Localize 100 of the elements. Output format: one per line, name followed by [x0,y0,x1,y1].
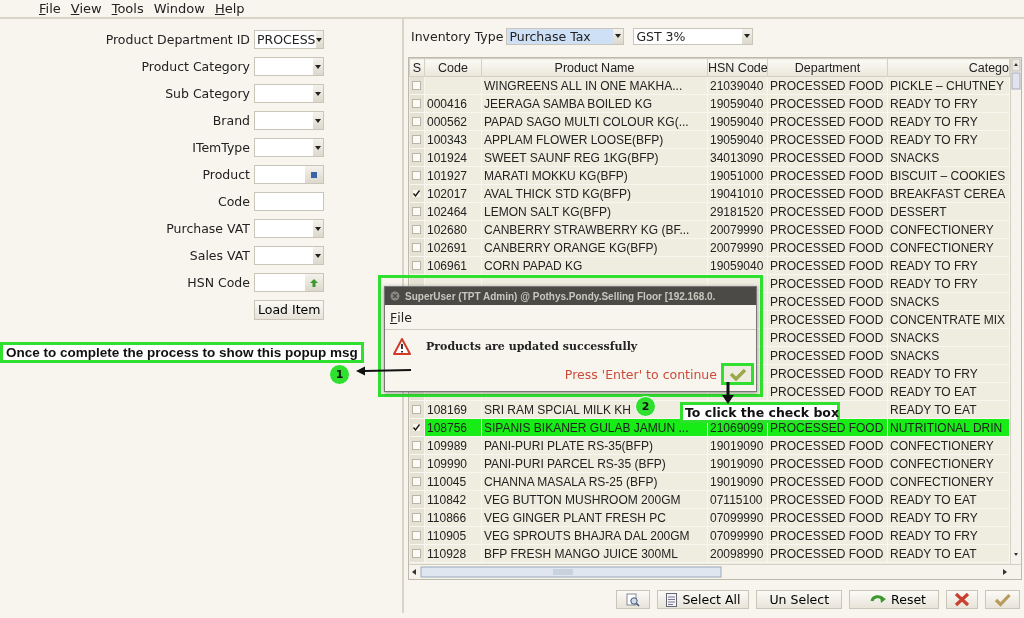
checkbox[interactable] [412,152,422,162]
checkbox[interactable] [412,242,422,252]
menu-item[interactable]: View [67,1,109,16]
document-icon [666,592,678,607]
reset-button[interactable]: Reset [849,590,939,609]
checkbox[interactable] [412,188,422,198]
table-row[interactable]: WINGREENS ALL IN ONE MAKHA... 21039040 PROCESSED FOOD PICKLE – CHUTNEY [409,76,1010,95]
table-cell: 19059040 [707,256,768,275]
table-row[interactable]: 000562 PAPAD SAGO MULTI COLOUR KG(... 19059040 PROCESSED FOOD READY TO FRY [409,112,1010,131]
checkbox[interactable] [412,530,422,540]
checkbox[interactable] [412,80,422,90]
checkbox[interactable] [412,458,422,468]
table-row[interactable]: 101927 MARATI MOKKU KG(BFP) 19051000 PROCESSED FOOD BISCUIT – COOKIES [409,166,1010,185]
lookup-field[interactable] [254,273,324,292]
checkbox[interactable] [412,440,422,450]
table-row[interactable]: 102691 CANBERRY ORANGE KG(BFP) 20079990 PROCESSED FOOD CONFECTIONERY [409,238,1010,257]
checkbox[interactable] [412,512,422,522]
table-row[interactable]: 100343 APPLAM FLOWER LOOSE(BFP) 19059040 PROCESSED FOOD READY TO FRY [409,130,1010,149]
field-label: Product Department ID [104,32,250,47]
table-cell: WINGREENS ALL IN ONE MAKHA... [481,76,708,95]
table-cell: 07099990 [707,526,768,545]
menu-item[interactable]: Help [211,1,252,16]
table-cell: 19051000 [707,166,768,185]
column-header[interactable]: Code [424,58,482,77]
table-row[interactable]: 000416 JEERAGA SAMBA BOILED KG 19059040 PROCESSED FOOD READY TO FRY [409,94,1010,113]
table-row[interactable]: 109989 PANI-PURI PLATE RS-35(BFP) 19019090 PROCESSED FOOD CONFECTIONERY [409,436,1010,455]
preview-button[interactable] [616,590,651,609]
table-cell: SNACKS [887,292,1010,311]
dropdown-field[interactable] [254,138,324,157]
table-cell: 34013090 [707,148,768,167]
dropdown-arrow-icon [315,145,321,150]
checkbox[interactable] [412,494,422,504]
column-header[interactable]: Product Name [481,58,708,77]
table-cell: 07115100 [707,490,768,509]
table-row[interactable]: 110866 VEG GINGER PLANT FRESH PC 07099990 PROCESSED FOOD READY TO FRY [409,508,1010,527]
dropdown-field[interactable] [254,246,324,265]
table-cell: 07099990 [707,508,768,527]
table-row[interactable]: 101924 SWEET SAUNF REG 1KG(BFP) 34013090 PROCESSED FOOD SNACKS [409,148,1010,167]
unselect-button[interactable]: Un Select [756,590,843,609]
warning-icon [393,338,411,355]
dropdown-field[interactable] [254,111,324,130]
column-header[interactable]: Catego [887,58,1010,77]
table-cell: READY TO EAT [887,490,1010,509]
table-cell: SNACKS [887,148,1010,167]
checkbox[interactable] [412,116,422,126]
table-row[interactable]: 110045 CHANNA MASALA RS-25 (BFP) 19019090 PROCESSED FOOD CONFECTIONERY [409,472,1010,491]
table-cell: 102017 [424,184,482,203]
checkbox[interactable] [412,404,422,414]
column-header[interactable]: S [409,58,425,77]
table-cell: 110866 [424,508,482,527]
circular-arrow-icon [870,593,887,606]
table-row[interactable]: 102017 AVAL THICK STD KG(BFP) 19041010 PROCESSED FOOD BREAKFAST CEREA [409,184,1010,203]
table-cell: PROCESSED FOOD [767,454,888,473]
table-row[interactable]: 110905 VEG SPROUTS BHAJRA DAL 200GM 07099990 PROCESSED FOOD READY TO FRY [409,526,1010,545]
table-cell: CANBERRY ORANGE KG(BFP) [481,238,708,257]
dropdown-field[interactable] [254,57,324,76]
tax-dropdown[interactable]: GST 3% [633,27,754,45]
menu-item[interactable]: Tools [108,1,151,16]
inventory-type-dropdown[interactable]: Purchase Tax [506,27,625,45]
cancel-button[interactable] [946,590,978,609]
square-icon [311,171,317,178]
field-label: Product [201,167,250,182]
checkbox[interactable] [412,224,422,234]
checkmark-icon [728,367,747,381]
ok-button[interactable] [721,363,754,385]
table-cell: PROCESSED FOOD [767,346,888,365]
checkbox[interactable] [412,170,422,180]
table-row[interactable]: 110928 BFP FRESH MANGO JUICE 300ML 20098990 PROCESSED FOOD READY TO EAT [409,544,1010,563]
table-row[interactable]: 106961 CORN PAPAD KG 19059040 PROCESSED FOOD READY TO FRY [409,256,1010,275]
column-header[interactable]: HSN Code [707,58,768,77]
table-cell: SWEET SAUNF REG 1KG(BFP) [481,148,708,167]
table-row[interactable]: 109990 PANI-PURI PARCEL RS-35 (BFP) 19019090 PROCESSED FOOD CONFECTIONERY [409,454,1010,473]
table-row[interactable]: 102464 LEMON SALT KG(BFP) 29181520 PROCESSED FOOD DESSERT [409,202,1010,221]
menu-item[interactable]: File [36,1,68,16]
checkbox[interactable] [412,98,422,108]
dropdown-field[interactable]: PROCESS [254,30,324,49]
lookup-field[interactable] [254,165,324,184]
table-row[interactable]: 102680 CANBERRY STRAWBERRY KG (BF... 20079990 PROCESSED FOOD CONFECTIONERY [409,220,1010,239]
checkbox[interactable] [412,206,422,216]
column-header[interactable]: Department [767,58,888,77]
checkbox[interactable] [412,548,422,558]
dropdown-field[interactable] [254,84,324,103]
table-cell: VEG SPROUTS BHAJRA DAL 200GM [481,526,708,545]
table-cell: 102680 [424,220,482,239]
close-icon[interactable] [390,291,400,301]
table-cell: CONFECTIONERY [887,454,1010,473]
dropdown-field[interactable] [254,219,324,238]
table-cell: LEMON SALT KG(BFP) [481,202,708,221]
checkbox[interactable] [412,476,422,486]
input-field[interactable] [254,192,324,211]
checkbox[interactable] [412,422,422,432]
table-row[interactable]: 110842 VEG BUTTON MUSHROOM 200GM 07115100 PROCESSED FOOD READY TO EAT [409,490,1010,509]
ok-button[interactable] [985,590,1020,609]
menu-item[interactable]: File [390,310,412,325]
table-cell: PROCESSED FOOD [767,490,888,509]
select-all-button[interactable]: Select All [657,590,750,609]
menu-item[interactable]: Window [150,1,212,16]
checkbox[interactable] [412,134,422,144]
checkbox[interactable] [412,260,422,270]
load-item-button[interactable]: Load Item [254,299,324,320]
